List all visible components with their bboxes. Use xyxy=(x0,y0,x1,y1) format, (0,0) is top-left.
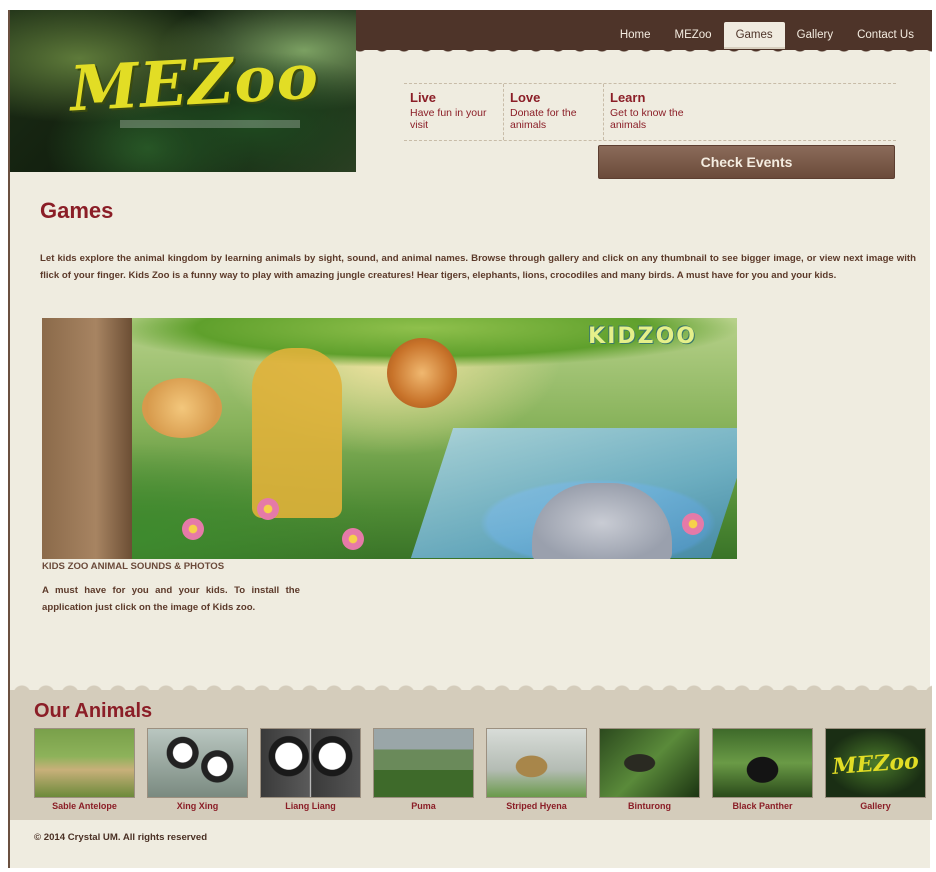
animal-thumb-label: Striped Hyena xyxy=(506,801,567,811)
animal-thumb-image: MEZoo xyxy=(825,728,926,798)
banner-lion-cub xyxy=(142,378,222,438)
animal-thumb-xing-xing[interactable]: Xing Xing xyxy=(147,728,248,811)
main-navigation: Home MEZoo Games Gallery Contact Us xyxy=(608,22,926,49)
nav-contact-us[interactable]: Contact Us xyxy=(845,22,926,49)
animal-thumb-label: Sable Antelope xyxy=(52,801,117,811)
our-animals-section: Our Animals Sable Antelope Xing Xing Lia… xyxy=(10,682,932,820)
nav-games[interactable]: Games xyxy=(723,22,785,49)
our-animals-heading: Our Animals xyxy=(34,700,153,722)
banner-title: KIDZOO xyxy=(588,324,697,349)
animal-thumb-image xyxy=(34,728,135,798)
nav-home[interactable]: Home xyxy=(608,22,663,49)
banner-caption: KIDS ZOO ANIMAL SOUNDS & PHOTOS xyxy=(42,561,225,572)
copyright-text: © 2014 Crystal UM. All rights reserved xyxy=(34,832,208,843)
promo-learn: Learn Get to know the animals xyxy=(604,84,704,140)
banner-flower xyxy=(257,498,279,520)
nav-gallery[interactable]: Gallery xyxy=(785,22,845,49)
promo-love: Love Donate for the animals xyxy=(504,84,604,140)
promo-love-title: Love xyxy=(510,90,541,105)
animal-thumb-label: Puma xyxy=(411,801,436,811)
logo-decoration xyxy=(120,120,300,128)
nav-mezoo[interactable]: MEZoo xyxy=(663,22,724,49)
check-events-button[interactable]: Check Events xyxy=(598,145,895,179)
animal-thumb-label: Xing Xing xyxy=(176,801,219,811)
banner-flower xyxy=(342,528,364,550)
intro-paragraph: Let kids explore the animal kingdom by l… xyxy=(40,253,916,281)
animal-thumb-image xyxy=(712,728,813,798)
animal-thumb-binturong[interactable]: Binturong xyxy=(599,728,700,811)
promo-learn-text: Get to know the animals xyxy=(610,107,684,131)
animal-thumb-image xyxy=(373,728,474,798)
animal-thumb-label: Binturong xyxy=(628,801,671,811)
gallery-mini-logo: MEZoo xyxy=(831,748,920,780)
animal-thumb-label: Gallery xyxy=(860,801,891,811)
animal-thumb-gallery[interactable]: MEZoo Gallery xyxy=(825,728,926,811)
animal-thumb-label: Black Panther xyxy=(732,801,793,811)
animal-thumb-black-panther[interactable]: Black Panther xyxy=(712,728,813,811)
promo-live-title: Live xyxy=(410,90,437,105)
promo-live-text: Have fun in your visit xyxy=(410,107,487,131)
kids-zoo-banner-image[interactable]: KIDZOO xyxy=(42,318,737,559)
animal-thumb-striped-hyena[interactable]: Striped Hyena xyxy=(486,728,587,811)
animal-thumbnails: Sable Antelope Xing Xing Liang Liang Pum… xyxy=(34,728,926,811)
banner-tree xyxy=(42,318,132,559)
animal-thumb-image xyxy=(147,728,248,798)
page-title: Games xyxy=(40,198,114,223)
animal-thumb-image xyxy=(486,728,587,798)
install-instructions: A must have for you and your kids. To in… xyxy=(42,585,300,613)
animal-thumb-sable-antelope[interactable]: Sable Antelope xyxy=(34,728,135,811)
animal-thumb-puma[interactable]: Puma xyxy=(373,728,474,811)
banner-flower xyxy=(682,513,704,535)
promo-learn-title: Learn xyxy=(610,90,646,105)
animal-thumb-label: Liang Liang xyxy=(285,801,336,811)
page-container: MEZoo Home MEZoo Games Gallery Contact U… xyxy=(8,10,932,868)
animal-thumb-image xyxy=(599,728,700,798)
animal-thumb-image xyxy=(260,728,361,798)
site-logo[interactable]: MEZoo xyxy=(10,10,356,172)
promo-live: Live Have fun in your visit xyxy=(404,84,504,140)
animal-thumb-liang-liang[interactable]: Liang Liang xyxy=(260,728,361,811)
promo-love-text: Donate for the animals xyxy=(510,107,577,131)
banner-giraffe xyxy=(252,348,342,518)
banner-flower xyxy=(182,518,204,540)
banner-lion xyxy=(387,338,457,408)
logo-text: MEZoo xyxy=(68,39,321,126)
promo-strip: Live Have fun in your visit Love Donate … xyxy=(404,83,896,141)
